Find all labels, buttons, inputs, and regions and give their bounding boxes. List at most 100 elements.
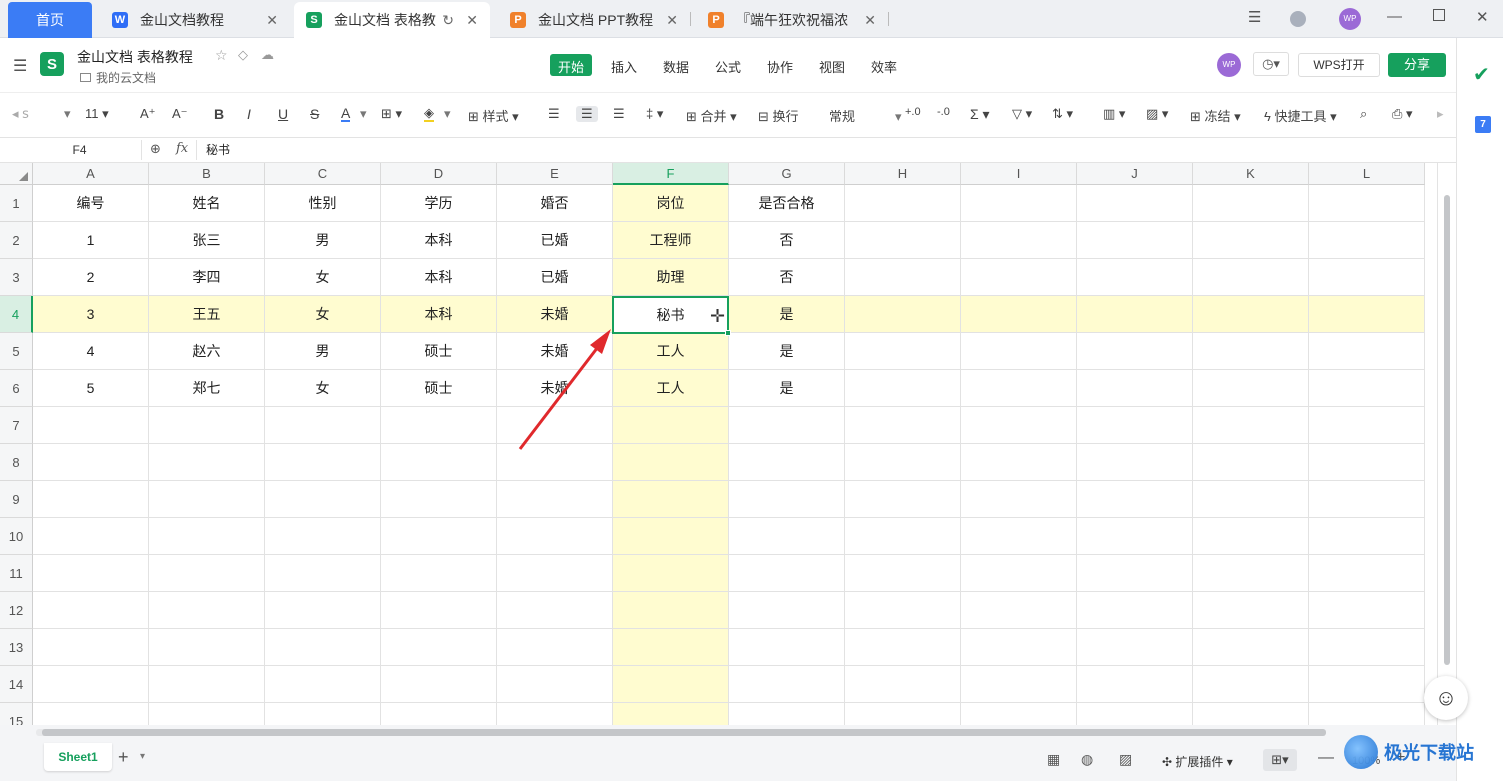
fill-color-icon[interactable]: ◈ bbox=[424, 106, 434, 122]
tab-spreadsheet[interactable]: S 金山文档 表格教 ↻ ✕ bbox=[294, 2, 490, 38]
chevron-down-icon[interactable]: ▾ bbox=[360, 106, 367, 122]
vertical-align-icon[interactable]: ‡ ▾ bbox=[646, 106, 663, 122]
refresh-icon[interactable]: ↻ bbox=[442, 12, 454, 29]
filter-icon[interactable]: ▽ ▾ bbox=[1012, 106, 1032, 122]
sum-icon[interactable]: Σ ▾ bbox=[970, 106, 990, 123]
align-center-icon[interactable]: ☰ bbox=[576, 106, 598, 122]
zoom-search-icon[interactable]: ⊕ bbox=[150, 141, 161, 157]
tab-label: 金山文档教程 bbox=[140, 12, 224, 28]
tag-icon[interactable]: ◇ bbox=[238, 47, 248, 63]
menu-formula[interactable]: 公式 bbox=[707, 54, 749, 76]
zoom-out-icon[interactable]: — bbox=[1318, 749, 1334, 767]
chart-icon[interactable]: ▥ ▾ bbox=[1103, 106, 1125, 122]
underline-button[interactable]: U bbox=[278, 106, 288, 122]
menu-start[interactable]: 开始 bbox=[550, 54, 593, 76]
scroll-thumb[interactable] bbox=[1444, 195, 1450, 665]
puzzle-icon: ✣ bbox=[1162, 755, 1173, 769]
font-color-button[interactable]: A bbox=[341, 106, 351, 122]
cloud-icon[interactable]: ☁ bbox=[261, 47, 274, 63]
message-icon[interactable] bbox=[1290, 11, 1306, 27]
menu-efficiency[interactable]: 效率 bbox=[863, 54, 905, 76]
font-family-dropdown[interactable]: ▾ bbox=[64, 106, 71, 122]
vertical-scrollbar[interactable] bbox=[1437, 163, 1456, 725]
style-button[interactable]: ⊞ 样式 ▾ bbox=[468, 106, 519, 125]
tab-document[interactable]: W 金山文档教程 ✕ bbox=[100, 2, 290, 38]
document-location[interactable]: 我的云文档 bbox=[80, 69, 156, 86]
open-in-wps-button[interactable]: WPS打开 bbox=[1298, 53, 1380, 77]
document-header: ☰ S 金山文档 表格教程 ☆ ◇ ☁ 我的云文档 开始 插入 数据 公式 协作… bbox=[0, 38, 1456, 92]
minimize-icon[interactable]: — bbox=[1387, 8, 1402, 25]
extensions-button[interactable]: ✣ 扩展插件 ▾ bbox=[1162, 753, 1233, 770]
sheet-check-icon[interactable]: ▦ bbox=[1047, 751, 1060, 768]
share-button[interactable]: 分享 bbox=[1388, 53, 1446, 77]
number-format-select[interactable]: 常规 ▾ bbox=[829, 106, 902, 125]
close-icon[interactable]: ✕ bbox=[466, 12, 478, 29]
add-sheet-icon[interactable]: + bbox=[118, 747, 129, 768]
increase-decimal-icon[interactable]: +.0 bbox=[905, 106, 921, 118]
function-icon[interactable]: fx bbox=[176, 141, 188, 156]
decrease-decimal-icon[interactable]: -.0 bbox=[937, 106, 950, 118]
close-icon[interactable]: ✕ bbox=[666, 12, 678, 29]
name-box[interactable]: F4 bbox=[18, 140, 142, 160]
menu-collaborate[interactable]: 协作 bbox=[759, 54, 801, 76]
decrease-font-icon[interactable]: A⁻ bbox=[172, 106, 188, 122]
hamburger-icon[interactable]: ☰ bbox=[13, 56, 27, 76]
freeze-label: 冻结 bbox=[1204, 109, 1231, 124]
tab-home[interactable]: 首页 bbox=[8, 2, 92, 38]
image-icon[interactable]: ▨ ▾ bbox=[1146, 106, 1168, 122]
assistant-icon[interactable]: ☺ bbox=[1424, 676, 1468, 720]
scroll-right-icon[interactable]: ▸ bbox=[1437, 106, 1444, 122]
window-close-icon[interactable]: ✕ bbox=[1476, 8, 1489, 26]
tab-ppt-2[interactable]: P 『端午狂欢祝福浓 ✕ bbox=[696, 2, 888, 38]
close-icon[interactable]: ✕ bbox=[266, 12, 278, 29]
sheet-list-icon[interactable]: ▾ bbox=[140, 751, 145, 762]
tab-ppt[interactable]: P 金山文档 PPT教程 ✕ bbox=[498, 2, 690, 38]
quick-tools-button[interactable]: ϟ 快捷工具 ▾ bbox=[1264, 106, 1337, 125]
horizontal-scrollbar[interactable] bbox=[36, 729, 1326, 736]
ppt-icon: P bbox=[708, 12, 724, 28]
close-icon[interactable]: ✕ bbox=[864, 12, 876, 29]
right-sidebar: ✔ 7 bbox=[1456, 38, 1503, 781]
font-size-select[interactable]: 11 ▾ bbox=[85, 106, 109, 122]
chevron-down-icon[interactable]: ▾ bbox=[444, 106, 451, 122]
document-title[interactable]: 金山文档 表格教程 bbox=[77, 47, 193, 67]
history-icon[interactable]: ◷▾ bbox=[1253, 52, 1289, 76]
protect-icon[interactable]: ◍ bbox=[1081, 751, 1093, 768]
sort-icon[interactable]: ⇅ ▾ bbox=[1052, 106, 1073, 122]
increase-font-icon[interactable]: A⁺ bbox=[140, 106, 156, 122]
wrap-label: 换行 bbox=[772, 109, 799, 124]
view-mode-icon[interactable]: ⊞▾ bbox=[1263, 749, 1297, 771]
print-icon[interactable]: ⎙ ▾ bbox=[1392, 106, 1413, 122]
avatar[interactable]: WP bbox=[1217, 53, 1241, 77]
toolbar: ◂ ꜱ ▾ 11 ▾ A⁺ A⁻ B I U S A ▾ ⊞ ▾ ◈ ▾ ⊞ 样… bbox=[0, 92, 1456, 136]
strikethrough-button[interactable]: S bbox=[310, 106, 319, 122]
scroll-left-icon[interactable]: ◂ ꜱ bbox=[12, 106, 29, 122]
freeze-button[interactable]: ⊞ 冻结 ▾ bbox=[1190, 106, 1241, 125]
watermark-globe-icon bbox=[1344, 735, 1378, 769]
italic-button[interactable]: I bbox=[247, 106, 251, 122]
wrap-icon: ⊟ bbox=[758, 109, 769, 124]
menu-view[interactable]: 视图 bbox=[811, 54, 853, 76]
font-size-value: 11 bbox=[85, 106, 99, 121]
menu-insert[interactable]: 插入 bbox=[603, 54, 645, 76]
search-icon[interactable]: ⌕ bbox=[1360, 106, 1367, 122]
image-check-icon[interactable]: ▨ bbox=[1119, 751, 1132, 768]
align-right-icon[interactable]: ☰ bbox=[613, 106, 625, 122]
calendar-icon[interactable]: 7 bbox=[1475, 116, 1491, 133]
star-icon[interactable]: ☆ bbox=[215, 47, 228, 64]
bold-button[interactable]: B bbox=[214, 106, 224, 122]
menu-data[interactable]: 数据 bbox=[655, 54, 697, 76]
maximize-icon[interactable] bbox=[1433, 9, 1445, 21]
scroll-thumb[interactable] bbox=[42, 729, 1326, 736]
menu-icon[interactable]: ☰ bbox=[1248, 8, 1261, 26]
merge-button[interactable]: ⊞ 合并 ▾ bbox=[686, 106, 737, 125]
sheet-tab[interactable]: Sheet1 bbox=[44, 743, 112, 771]
check-icon[interactable]: ✔ bbox=[1473, 62, 1490, 87]
watermark-logo: 极光下载站 bbox=[1344, 728, 1499, 776]
align-left-icon[interactable]: ☰ bbox=[548, 106, 560, 122]
border-icon[interactable]: ⊞ ▾ bbox=[381, 106, 402, 122]
wrap-button[interactable]: ⊟ 换行 bbox=[758, 106, 799, 125]
formula-input[interactable]: 秘书 bbox=[196, 140, 1436, 160]
avatar[interactable]: WP bbox=[1339, 8, 1361, 30]
spreadsheet-grid: ABCDEFGHIJKL 1 2 3 4 5 6 7 8 9 10 11 12 13 14 15 编号 姓名性… bbox=[0, 163, 1437, 725]
